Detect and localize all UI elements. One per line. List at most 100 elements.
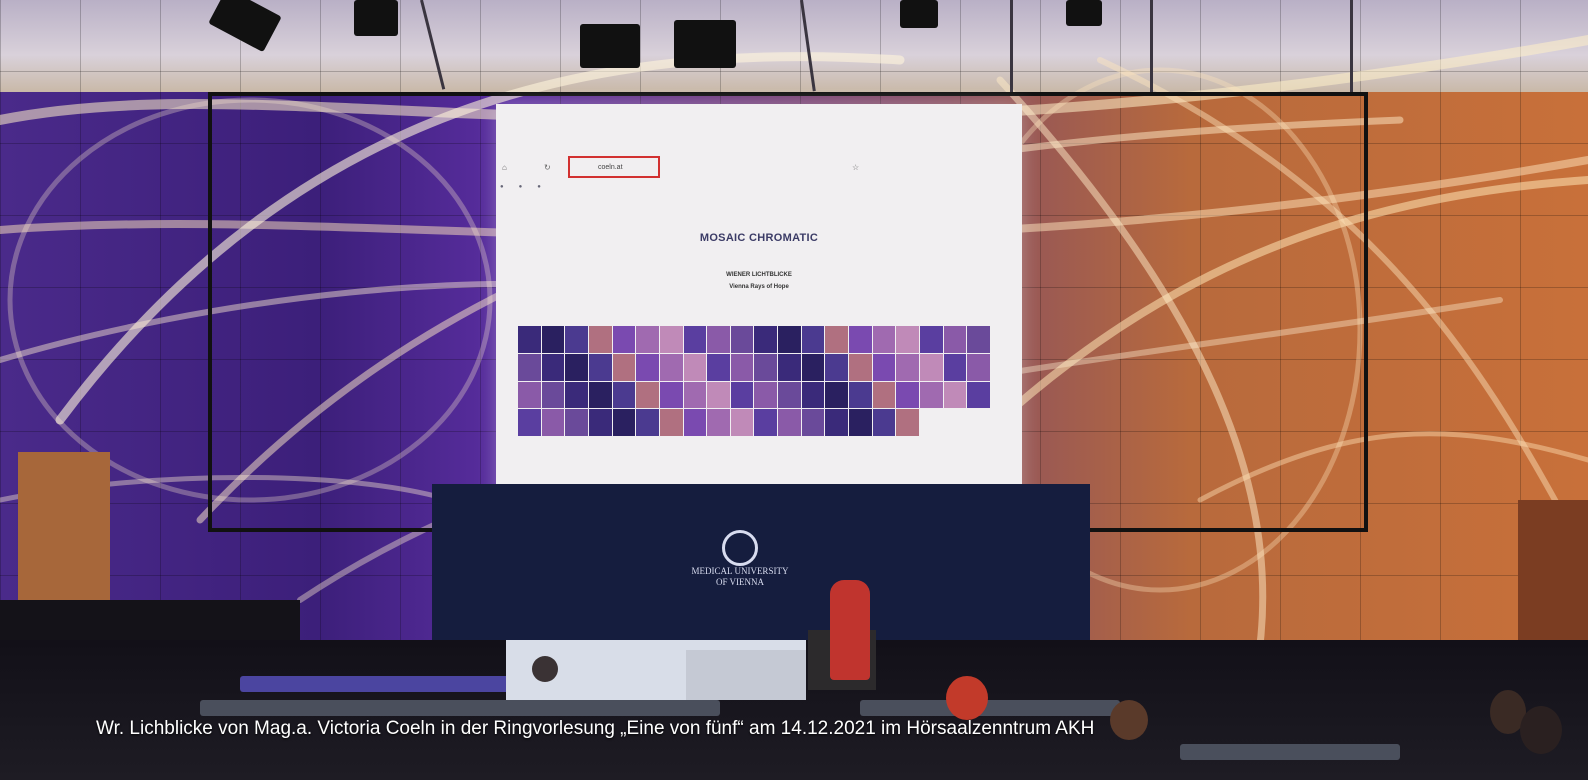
mosaic-tile [565, 409, 588, 436]
mosaic-tile [659, 409, 683, 436]
mosaic-tile [872, 353, 896, 381]
ceiling-beam [1350, 0, 1353, 92]
mosaic-tile [872, 381, 896, 409]
mosaic-tile [612, 409, 636, 436]
mosaic-tile [683, 409, 707, 436]
mosaic-tile [518, 381, 541, 409]
ceiling-speaker-icon [354, 0, 398, 36]
mosaic-tile [872, 326, 896, 353]
mosaic-tile [636, 409, 659, 436]
mosaic-tile [518, 353, 541, 381]
ceiling-beam [1150, 0, 1153, 92]
mosaic-tile [849, 409, 872, 436]
mosaic-tile [825, 409, 849, 436]
door-left [18, 452, 110, 608]
mosaic-tile [683, 326, 707, 353]
mosaic-tile [636, 326, 659, 353]
speaker-person [830, 580, 870, 680]
mosaic-tile [943, 409, 967, 436]
mosaic-tile [541, 381, 565, 409]
mosaic-tile [825, 326, 849, 353]
seat-row [200, 700, 720, 716]
slide-subtitle-2: Vienna Rays of Hope [729, 284, 789, 290]
medical-university-logo-icon [722, 530, 758, 566]
mosaic-tile [588, 409, 612, 436]
mosaic-tile [943, 326, 967, 353]
mosaic-tile [778, 326, 801, 353]
mosaic-tile [565, 381, 588, 409]
mosaic-tile [518, 409, 541, 436]
lecture-hall-scene: ⌂ ↻ coeln.at ☆ ● ● ● MOSAIC CHROMATIC WI… [0, 0, 1588, 780]
mosaic-tile [967, 326, 990, 353]
mosaic-tile [518, 326, 541, 353]
projected-slide: ⌂ ↻ coeln.at ☆ ● ● ● MOSAIC CHROMATIC WI… [496, 104, 1022, 504]
mosaic-tile [754, 409, 778, 436]
mosaic-tile [943, 353, 967, 381]
mosaic-tile [896, 409, 920, 436]
photo-caption: Wr. Lichblicke von Mag.a. Victoria Coeln… [96, 718, 1095, 739]
ceiling-speaker-icon [674, 20, 736, 68]
mosaic-tile [920, 326, 943, 353]
mosaic-tile [659, 326, 683, 353]
mosaic-tile [730, 381, 754, 409]
mosaic-tile [565, 326, 588, 353]
mosaic-tile [778, 409, 801, 436]
mosaic-tile [920, 409, 943, 436]
mosaic-tile [801, 381, 825, 409]
mosaic-tile [683, 353, 707, 381]
mosaic-tile [612, 353, 636, 381]
mosaic-tile [541, 353, 565, 381]
mosaic-tile [825, 381, 849, 409]
mosaic-tile [920, 353, 943, 381]
ceiling-speaker-icon [580, 24, 640, 68]
mosaic-tile [541, 409, 565, 436]
mosaic-tile [588, 381, 612, 409]
ceiling-speaker-icon [900, 0, 938, 28]
mosaic-tile [612, 381, 636, 409]
mosaic-tile [730, 353, 754, 381]
mosaic-tile [541, 326, 565, 353]
mosaic-tile [778, 353, 801, 381]
url-text: coeln.at [598, 164, 623, 171]
mosaic-tile [754, 326, 778, 353]
mosaic-tile [778, 381, 801, 409]
reload-icon: ↻ [544, 163, 551, 172]
seat-row [1180, 744, 1400, 760]
mosaic-tile [849, 353, 872, 381]
slide-title: MOSAIC CHROMATIC [699, 232, 819, 244]
slide-subtitle-1: WIENER LICHTBLICKE [726, 272, 792, 278]
mosaic-tile [683, 381, 707, 409]
mosaic-tile [920, 381, 943, 409]
ceiling-speaker-icon [1066, 0, 1102, 26]
mosaic-tile [967, 381, 990, 409]
lecture-desk-console [686, 650, 806, 700]
mosaic-tile [754, 381, 778, 409]
mosaic-tile [588, 326, 612, 353]
mosaic-tile [659, 353, 683, 381]
mosaic-tile [801, 353, 825, 381]
mosaic-tile [707, 326, 730, 353]
mosaic-tile [707, 409, 730, 436]
mosaic-tile [730, 409, 754, 436]
mosaic-tile [754, 353, 778, 381]
audience-member [1520, 706, 1562, 754]
mosaic-tile [849, 381, 872, 409]
photo-mosaic [518, 326, 990, 436]
mosaic-tile [588, 353, 612, 381]
audience-member [532, 656, 558, 682]
mosaic-tile [943, 381, 967, 409]
mosaic-tile [707, 381, 730, 409]
university-name: MEDICAL UNIVERSITY OF VIENNA [680, 566, 800, 588]
home-icon: ⌂ [502, 163, 507, 172]
url-box: coeln.at [568, 156, 660, 178]
mosaic-tile [967, 353, 990, 381]
mosaic-tile [896, 381, 920, 409]
mosaic-tile [896, 326, 920, 353]
bookmarks-bar: ● ● ● [500, 184, 541, 190]
seat-row [860, 700, 1120, 716]
mosaic-tile [636, 353, 659, 381]
mosaic-tile [967, 409, 990, 436]
audience-member [946, 676, 988, 720]
ceiling-beam [1010, 0, 1013, 92]
star-icon: ☆ [852, 163, 860, 172]
